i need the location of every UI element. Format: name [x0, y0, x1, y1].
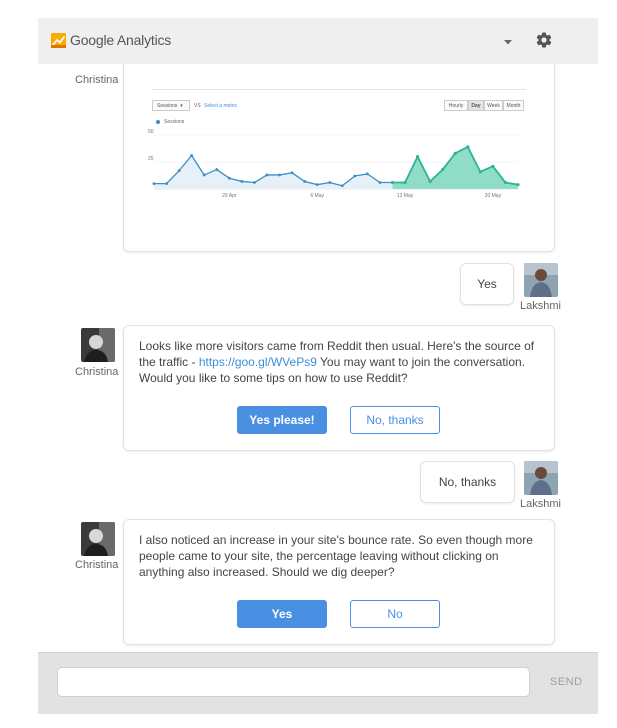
data-point [202, 173, 206, 177]
send-button[interactable]: SEND [550, 676, 583, 688]
reddit-source-link[interactable]: https://goo.gl/WVePs9 [199, 355, 317, 369]
metric-select[interactable]: Sessions ▾ [152, 100, 190, 111]
user-reply-bubble: Yes [460, 263, 514, 305]
data-point [491, 164, 495, 168]
interval-label: Month [506, 102, 521, 109]
yes-please-button[interactable]: Yes please! [237, 406, 327, 434]
google-analytics-logo-icon [51, 33, 66, 48]
sessions-chart: 50 25 29 Apr 6 May 13 May 20 May [148, 129, 520, 199]
reply-text: Yes [477, 277, 497, 291]
data-point [152, 182, 156, 185]
data-point [415, 155, 420, 159]
data-point [428, 179, 432, 184]
x-tick-label: 29 Apr [222, 193, 237, 199]
sessions-area [154, 155, 393, 189]
data-point [516, 183, 520, 187]
caret-down-icon: ▾ [180, 102, 183, 109]
lakshmi-avatar [524, 461, 558, 495]
data-point [328, 181, 332, 184]
yes-button[interactable]: Yes [237, 600, 327, 628]
legend-dot [156, 120, 160, 124]
sender-name: Christina [75, 74, 119, 86]
data-point [278, 173, 281, 177]
data-point [190, 154, 194, 157]
no-button[interactable]: No [350, 600, 440, 628]
x-tick-label: 20 May [485, 193, 502, 199]
data-point [340, 184, 344, 188]
user-reply-bubble: No, thanks [420, 461, 515, 503]
data-point [478, 170, 482, 174]
lakshmi-avatar [524, 263, 558, 297]
interval-label: Week [487, 102, 500, 109]
data-point [365, 172, 369, 176]
divider [152, 89, 526, 90]
data-point [503, 180, 508, 185]
select-metric-link[interactable]: Select a metric [204, 103, 237, 109]
bot-message-card: Looks like more visitors came from Reddi… [123, 325, 555, 451]
data-point [240, 180, 244, 183]
vs-label: VS [194, 103, 201, 109]
app-title: Google Analytics [70, 32, 172, 48]
x-tick-label: 13 May [397, 193, 414, 199]
metric-select-label: Sessions [157, 102, 178, 109]
sender-name: Lakshmi [520, 300, 561, 312]
data-point [390, 180, 395, 185]
chat-app: Google Analytics Christina Sessions ▾ VS… [38, 18, 598, 714]
data-point [315, 183, 319, 187]
interval-label: Hourly [448, 102, 464, 109]
composer-bar: SEND [38, 652, 598, 714]
reply-text: No, thanks [438, 475, 497, 489]
caret-down-icon[interactable] [501, 35, 515, 49]
interval-week[interactable]: Week [484, 100, 503, 111]
sender-name: Christina [75, 366, 119, 378]
interval-hourly[interactable]: Hourly [444, 100, 468, 111]
message-text: Looks like more visitors came from Reddi… [139, 338, 539, 386]
no-thanks-button[interactable]: No, thanks [350, 406, 440, 434]
data-point [290, 171, 294, 175]
interval-month[interactable]: Month [503, 100, 524, 111]
data-point [403, 180, 407, 185]
data-point [466, 145, 470, 149]
data-point [353, 174, 357, 178]
data-point [265, 173, 269, 177]
sender-name: Lakshmi [520, 498, 561, 510]
legend-label: Sessions [164, 119, 185, 125]
data-point [177, 169, 181, 173]
data-point [227, 176, 231, 180]
gear-icon[interactable] [535, 31, 553, 49]
y-tick-label: 25 [148, 156, 154, 162]
data-point [165, 182, 168, 185]
chart-message-card: Sessions ▾ VS Select a metric Hourly Day… [123, 64, 555, 252]
app-header: Google Analytics [38, 18, 598, 64]
data-point [253, 181, 256, 184]
data-point [441, 167, 445, 172]
data-point [378, 181, 382, 184]
y-tick-label: 50 [148, 129, 154, 135]
christina-avatar [81, 328, 115, 362]
x-tick-label: 6 May [310, 193, 324, 199]
chat-thread[interactable]: Christina Sessions ▾ VS Select a metric … [38, 64, 598, 652]
data-point [453, 151, 457, 155]
interval-day[interactable]: Day [468, 100, 484, 111]
message-text: I also noticed an increase in your site'… [139, 533, 533, 579]
data-point [303, 180, 307, 183]
christina-avatar [81, 522, 115, 556]
message-input[interactable] [57, 667, 530, 697]
bot-message-card: I also noticed an increase in your site'… [123, 519, 555, 645]
sender-name: Christina [75, 559, 119, 571]
data-point [215, 168, 219, 171]
interval-label: Day [471, 102, 481, 109]
